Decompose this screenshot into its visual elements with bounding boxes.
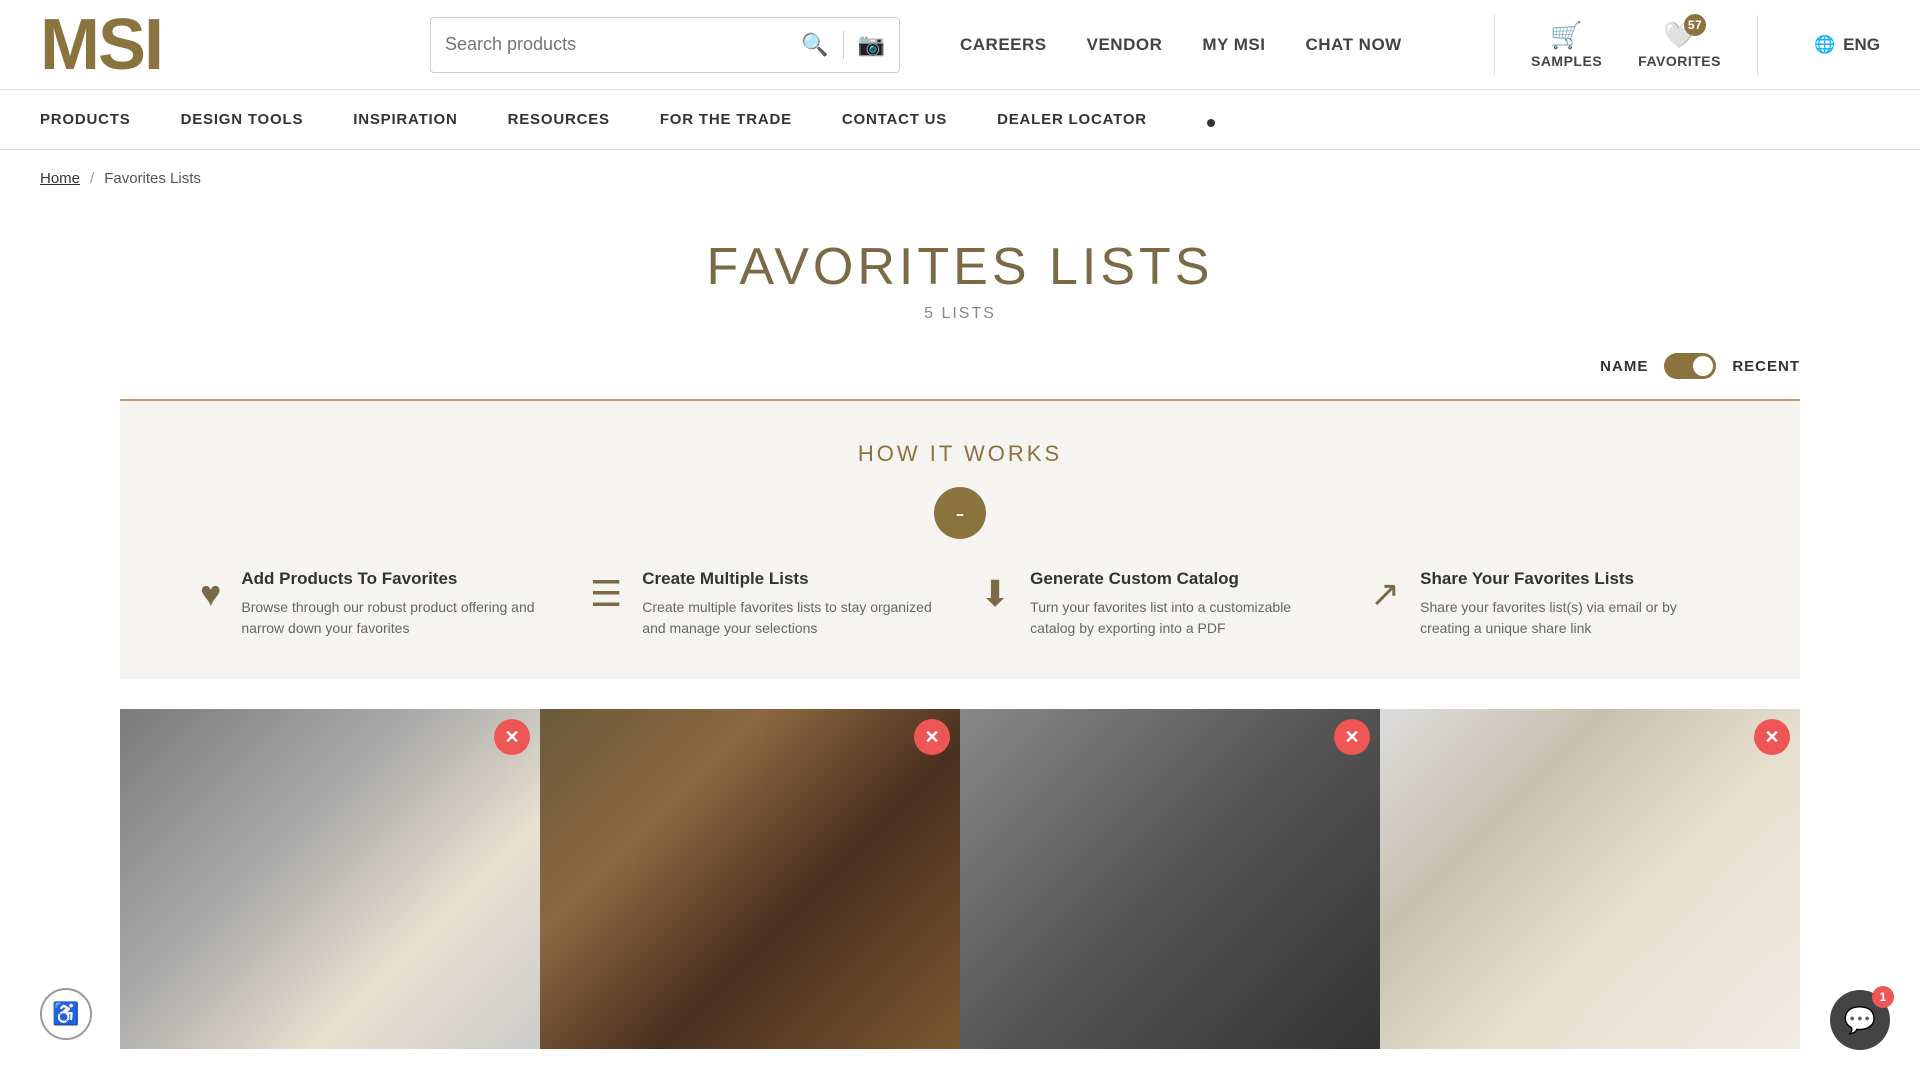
product-tile-3: ✕ (960, 709, 1380, 1049)
accessibility-button[interactable]: ♿ (40, 988, 92, 1040)
samples-button[interactable]: 🛒 SAMPLES (1531, 20, 1602, 69)
tile-close-2[interactable]: ✕ (914, 719, 950, 755)
favorites-badge: 57 (1684, 14, 1706, 36)
page-title: FAVORITES LISTS (0, 237, 1920, 297)
chat-badge: 1 (1872, 986, 1894, 1008)
page-title-section: FAVORITES LISTS 5 LISTS (0, 207, 1920, 333)
lists-count: 5 LISTS (0, 305, 1920, 323)
favorites-label: FAVORITES (1638, 53, 1721, 69)
minus-icon: - (956, 500, 965, 526)
header-actions: 🛒 SAMPLES 🤍 57 FAVORITES 🌐 ENG (1494, 15, 1880, 75)
header: MSI 🔍 📷 CAREERS VENDOR MY MSI CHAT NOW 🛒… (0, 0, 1920, 90)
main-nav: PRODUCTS DESIGN TOOLS INSPIRATION RESOUR… (0, 90, 1920, 150)
sort-recent-label: RECENT (1732, 358, 1800, 375)
header-divider (1494, 15, 1495, 75)
breadcrumb-separator: / (90, 170, 94, 187)
camera-icon[interactable]: 📷 (858, 32, 885, 58)
hiw-content-share-lists: Share Your Favorites Lists Share your fa… (1420, 569, 1720, 639)
chat-icon: 💬 (1844, 1005, 1876, 1036)
heart-icon-hiw: ♥ (200, 573, 221, 615)
samples-label: SAMPLES (1531, 53, 1602, 69)
header-divider-2 (1757, 15, 1758, 75)
tile-close-3[interactable]: ✕ (1334, 719, 1370, 755)
how-it-works-title: HOW IT WORKS (160, 441, 1760, 467)
top-nav: CAREERS VENDOR MY MSI CHAT NOW (960, 35, 1402, 55)
hiw-title-share-lists: Share Your Favorites Lists (1420, 569, 1720, 589)
list-icon-hiw: ☰ (590, 573, 622, 615)
breadcrumb-current: Favorites Lists (104, 170, 201, 187)
cart-icon: 🛒 (1550, 20, 1583, 51)
nav-contact-us[interactable]: CONTACT US (842, 111, 947, 128)
nav-my-msi[interactable]: MY MSI (1202, 35, 1265, 55)
breadcrumb-home[interactable]: Home (40, 170, 80, 187)
nav-vendor[interactable]: VENDOR (1087, 35, 1163, 55)
nav-design-tools[interactable]: DESIGN TOOLS (181, 111, 304, 128)
search-icon[interactable]: 🔍 (801, 32, 828, 58)
how-it-works-section: HOW IT WORKS - ♥ Add Products To Favorit… (120, 401, 1800, 679)
product-tile-2: ✕ (540, 709, 960, 1049)
nav-products[interactable]: PRODUCTS (40, 111, 131, 128)
nav-dealer-locator[interactable]: DEALER LOCATOR (997, 111, 1147, 128)
tile-close-4[interactable]: ✕ (1754, 719, 1790, 755)
accessibility-icon: ♿ (52, 1001, 79, 1027)
language-selector[interactable]: 🌐 ENG (1814, 35, 1880, 55)
lang-label: ENG (1843, 35, 1880, 55)
collapse-button[interactable]: - (934, 487, 986, 539)
hiw-title-add-favorites: Add Products To Favorites (241, 569, 550, 589)
hiw-item-share-lists: ↗ Share Your Favorites Lists Share your … (1370, 569, 1720, 639)
hiw-item-generate-catalog: ⬇ Generate Custom Catalog Turn your favo… (980, 569, 1330, 639)
tile-close-1[interactable]: ✕ (494, 719, 530, 755)
hiw-content-generate-catalog: Generate Custom Catalog Turn your favori… (1030, 569, 1330, 639)
breadcrumb: Home / Favorites Lists (0, 150, 1920, 207)
search-input[interactable] (445, 34, 745, 55)
hiw-title-generate-catalog: Generate Custom Catalog (1030, 569, 1330, 589)
product-tile-1: ✕ (120, 709, 540, 1049)
nav-careers[interactable]: CAREERS (960, 35, 1047, 55)
sort-name-label: NAME (1600, 358, 1648, 375)
hiw-item-create-lists: ☰ Create Multiple Lists Create multiple … (590, 569, 940, 639)
hiw-title-create-lists: Create Multiple Lists (642, 569, 940, 589)
divider (843, 31, 844, 59)
favorites-button[interactable]: 🤍 57 FAVORITES (1638, 20, 1721, 69)
nav-chat-now[interactable]: CHAT NOW (1306, 35, 1402, 55)
logo[interactable]: MSI (40, 9, 200, 81)
sort-bar: NAME RECENT (0, 333, 1920, 399)
nav-resources[interactable]: RESOURCES (508, 111, 610, 128)
search-bar[interactable]: 🔍 📷 (430, 17, 900, 73)
hiw-content-add-favorites: Add Products To Favorites Browse through… (241, 569, 550, 639)
how-it-works-grid: ♥ Add Products To Favorites Browse throu… (160, 569, 1760, 639)
globe-icon: 🌐 (1814, 35, 1835, 55)
chat-button[interactable]: 💬 1 (1830, 990, 1890, 1050)
nav-for-the-trade[interactable]: FOR THE TRADE (660, 111, 792, 128)
hiw-desc-share-lists: Share your favorites list(s) via email o… (1420, 597, 1720, 639)
share-icon-hiw: ↗ (1370, 573, 1400, 615)
sort-toggle[interactable] (1664, 353, 1716, 379)
product-tiles: ✕ ✕ ✕ ✕ (120, 709, 1800, 1049)
product-tile-4: ✕ (1380, 709, 1800, 1049)
nav-inspiration[interactable]: INSPIRATION (353, 111, 457, 128)
hiw-desc-create-lists: Create multiple favorites lists to stay … (642, 597, 940, 639)
heart-icon: 🤍 57 (1663, 20, 1696, 51)
hiw-item-add-favorites: ♥ Add Products To Favorites Browse throu… (200, 569, 550, 639)
hiw-desc-add-favorites: Browse through our robust product offeri… (241, 597, 550, 639)
download-icon-hiw: ⬇ (980, 573, 1010, 615)
hiw-content-create-lists: Create Multiple Lists Create multiple fa… (642, 569, 940, 639)
hiw-desc-generate-catalog: Turn your favorites list into a customiz… (1030, 597, 1330, 639)
